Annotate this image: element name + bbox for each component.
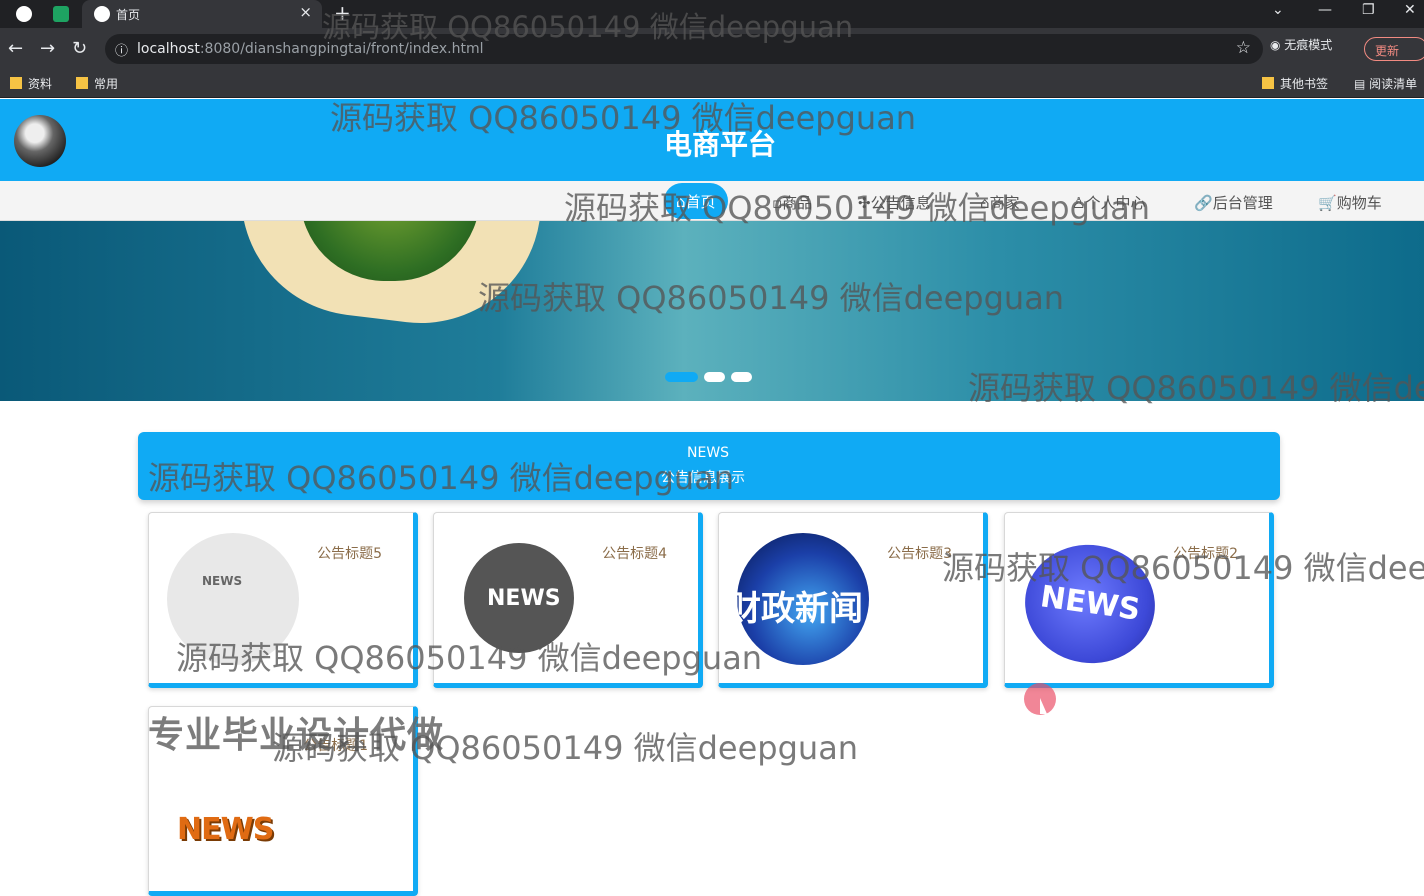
notice-card[interactable]: 财政新闻 公告标题3 [718, 512, 988, 688]
bookmark-folder-common[interactable]: 常用 [76, 75, 118, 92]
forward-arrow-icon[interactable]: → [40, 38, 55, 59]
home-icon: ⌂ [676, 193, 686, 211]
update-button[interactable]: 更新 [1364, 37, 1424, 61]
main-navigation: ⌂首页 ▫商品 ✣公告信息 ⌂商家 ♙个人中心 🔗后台管理 🛒购物车 [0, 181, 1424, 221]
back-arrow-icon[interactable]: ← [8, 38, 23, 59]
globe-news-image: NEWS [464, 543, 574, 653]
link-icon: 🔗 [1194, 194, 1213, 212]
active-tab[interactable]: 首页 × [82, 0, 322, 28]
tab-title: 首页 [116, 8, 141, 22]
merchant-icon: ⌂ [980, 194, 990, 212]
notice-icon: ✣ [858, 194, 871, 212]
minimize-icon[interactable]: — [1318, 2, 1332, 18]
cart-icon: 🛒 [1318, 194, 1337, 212]
incognito-icon: ◉ [1270, 38, 1285, 52]
incognito-indicator[interactable]: ◉ 无痕模式 [1270, 36, 1332, 53]
finance-news-image: 财政新闻 [727, 533, 869, 665]
nav-merchants[interactable]: ⌂商家 [980, 192, 1020, 213]
notice-card[interactable]: NEWS 公告标题5 [148, 512, 418, 688]
close-window-icon[interactable]: ✕ [1404, 2, 1416, 18]
promo-overlay-text: 专业毕业设计代做 [148, 715, 445, 756]
notice-card[interactable]: NEWS 公告标题4 [433, 512, 703, 688]
reading-list-icon: ▤ [1354, 77, 1370, 91]
nav-admin[interactable]: 🔗后台管理 [1194, 192, 1273, 213]
site-logo [14, 115, 66, 167]
close-tab-button[interactable]: × [299, 3, 312, 21]
folder-icon [76, 77, 88, 89]
carousel-dot-active[interactable] [665, 372, 698, 382]
notice-title: 公告标题3 [887, 546, 952, 562]
mouse-cursor-icon [1040, 698, 1047, 714]
notice-title: 公告标题5 [317, 546, 382, 562]
info-icon[interactable]: ⓘ [115, 40, 128, 59]
nav-notices[interactable]: ✣公告信息 [858, 192, 931, 213]
carousel-dot[interactable] [704, 372, 725, 382]
reading-list[interactable]: ▤ 阅读清单 [1354, 75, 1417, 92]
news-heading-cn: 公告信息展示 [661, 470, 745, 486]
notice-title: 公告标题2 [1173, 546, 1238, 562]
nav-products[interactable]: ▫商品 [772, 192, 812, 213]
nav-user-center[interactable]: ♙个人中心 [1072, 192, 1145, 213]
globe-icon [94, 6, 110, 22]
page-title: 电商平台 [664, 128, 777, 161]
nav-home[interactable]: ⌂首页 [664, 183, 728, 219]
carousel-dot[interactable] [731, 372, 752, 382]
bookmark-star-icon[interactable]: ☆ [1236, 38, 1251, 58]
blue-news-button-image: NEWS [1017, 536, 1163, 672]
restore-icon[interactable]: ❐ [1362, 2, 1375, 18]
site-header: 电商平台 [0, 99, 1424, 181]
chevron-down-icon[interactable]: ⌄ [1272, 2, 1284, 18]
notice-card[interactable]: NEWS 公告标题2 [1004, 512, 1274, 688]
browser-tab-strip: 首页 × + ⌄ — ❐ ✕ [0, 0, 1424, 28]
new-tab-button[interactable]: + [334, 1, 351, 25]
browser-toolbar: ← → ↻ ⓘ localhost:8080/dianshangpingtai/… [0, 28, 1424, 70]
product-icon: ▫ [772, 194, 783, 212]
browser-app-icon[interactable] [16, 6, 32, 22]
sheets-app-icon[interactable] [53, 6, 69, 22]
bookmark-folder-materials[interactable]: 资料 [10, 75, 52, 92]
news-section-header: NEWS 公告信息展示 [138, 432, 1280, 500]
address-bar[interactable]: ⓘ localhost:8080/dianshangpingtai/front/… [105, 34, 1263, 64]
folder-icon [10, 77, 22, 89]
url-text: localhost:8080/dianshangpingtai/front/in… [137, 41, 484, 57]
nav-cart[interactable]: 🛒购物车 [1318, 192, 1382, 213]
user-icon: ♙ [1072, 194, 1086, 212]
folder-icon [1262, 77, 1274, 89]
bookmarks-bar: 资料 常用 其他书签 ▤ 阅读清单 [0, 70, 1424, 98]
carousel-banner[interactable] [0, 221, 1424, 401]
news-paper-image: NEWS [167, 533, 299, 665]
news-image-text: NEWS [177, 812, 274, 847]
reload-icon[interactable]: ↻ [72, 38, 87, 59]
other-bookmarks[interactable]: 其他书签 [1262, 75, 1328, 92]
news-heading-en: NEWS [687, 445, 730, 461]
notice-title: 公告标题4 [602, 546, 667, 562]
